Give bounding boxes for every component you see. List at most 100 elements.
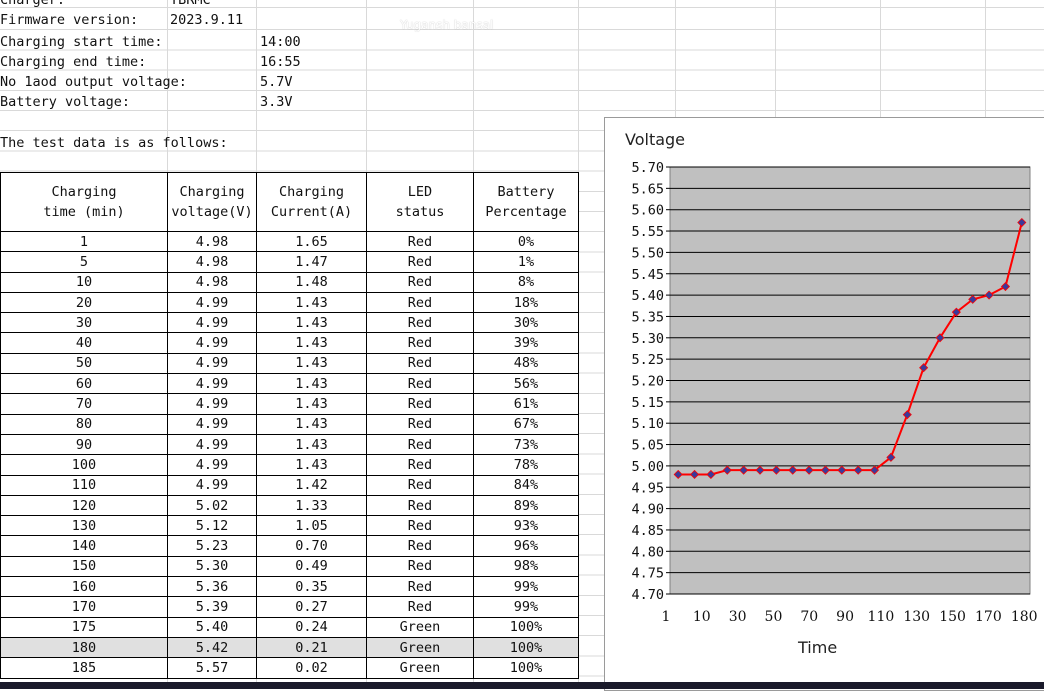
cell-percent[interactable]: 99%: [473, 596, 579, 618]
cell-voltage[interactable]: 4.99: [167, 474, 257, 496]
cell-time[interactable]: 150: [0, 555, 168, 578]
cell-voltage[interactable]: 4.99: [167, 413, 257, 435]
cell-current[interactable]: 1.43: [256, 332, 367, 354]
cell-time[interactable]: 130: [0, 515, 168, 537]
cell-percent[interactable]: 100%: [473, 636, 579, 659]
end-time-value[interactable]: 16:55: [260, 52, 301, 72]
header-charging-voltage[interactable]: Charging voltage(V): [167, 172, 257, 232]
cell-led[interactable]: Red: [366, 332, 474, 354]
cell-time[interactable]: 40: [0, 332, 168, 354]
cell-percent[interactable]: 100%: [473, 657, 579, 679]
cell-percent[interactable]: 56%: [473, 373, 579, 395]
cell-percent[interactable]: 0%: [473, 230, 579, 253]
cell-time[interactable]: 5: [0, 251, 168, 273]
cell-voltage[interactable]: 5.36: [167, 576, 257, 598]
cell-voltage[interactable]: 4.99: [167, 352, 257, 375]
cell-percent[interactable]: 84%: [473, 474, 579, 496]
cell-time[interactable]: 90: [0, 433, 168, 456]
cell-current[interactable]: 1.42: [256, 474, 367, 496]
cell-percent[interactable]: 89%: [473, 494, 579, 517]
cell-percent[interactable]: 30%: [473, 312, 579, 334]
cell-percent[interactable]: 98%: [473, 555, 579, 578]
cell-time[interactable]: 50: [0, 352, 168, 375]
cell-time[interactable]: 80: [0, 413, 168, 435]
cell-voltage[interactable]: 5.39: [167, 596, 257, 618]
cell-voltage[interactable]: 5.12: [167, 515, 257, 537]
start-time-label[interactable]: Charging start time:: [0, 32, 163, 52]
cell-led[interactable]: Red: [366, 596, 474, 618]
cell-time[interactable]: 1: [0, 230, 168, 253]
cell-voltage[interactable]: 4.99: [167, 291, 257, 314]
cell-led[interactable]: Red: [366, 373, 474, 395]
cell-current[interactable]: 1.05: [256, 515, 367, 537]
start-time-value[interactable]: 14:00: [260, 32, 301, 52]
header-led-status[interactable]: LED status: [366, 172, 474, 232]
cell-percent[interactable]: 78%: [473, 454, 579, 476]
cell-time[interactable]: 60: [0, 373, 168, 395]
cell-time[interactable]: 170: [0, 596, 168, 618]
cell-voltage[interactable]: 5.42: [167, 636, 257, 659]
cell-led[interactable]: Red: [366, 352, 474, 375]
cell-time[interactable]: 110: [0, 474, 168, 496]
cell-voltage[interactable]: 4.99: [167, 312, 257, 334]
charger-label[interactable]: Charger:: [0, 0, 65, 10]
cell-time[interactable]: 180: [0, 636, 168, 659]
cell-led[interactable]: Red: [366, 312, 474, 334]
cell-percent[interactable]: 99%: [473, 576, 579, 598]
cell-current[interactable]: 1.43: [256, 352, 367, 375]
battery-voltage-label[interactable]: Battery voltage:: [0, 92, 130, 112]
cell-voltage[interactable]: 5.57: [167, 657, 257, 679]
cell-voltage[interactable]: 4.99: [167, 373, 257, 395]
cell-led[interactable]: Red: [366, 535, 474, 557]
cell-current[interactable]: 0.21: [256, 636, 367, 659]
cell-led[interactable]: Green: [366, 657, 474, 679]
cell-current[interactable]: 1.48: [256, 271, 367, 293]
cell-led[interactable]: Red: [366, 291, 474, 314]
cell-led[interactable]: Red: [366, 555, 474, 578]
cell-voltage[interactable]: 4.99: [167, 454, 257, 476]
cell-voltage[interactable]: 5.23: [167, 535, 257, 557]
firmware-label[interactable]: Firmware version:: [0, 10, 138, 30]
header-charging-current[interactable]: Charging Current(A): [256, 172, 367, 232]
cell-voltage[interactable]: 4.99: [167, 433, 257, 456]
cell-led[interactable]: Red: [366, 413, 474, 435]
cell-current[interactable]: 0.02: [256, 657, 367, 679]
cell-time[interactable]: 100: [0, 454, 168, 476]
cell-current[interactable]: 1.43: [256, 373, 367, 395]
cell-percent[interactable]: 73%: [473, 433, 579, 456]
header-charging-time[interactable]: Charging time (min): [0, 172, 168, 232]
cell-time[interactable]: 175: [0, 616, 168, 638]
cell-led[interactable]: Red: [366, 576, 474, 598]
cell-led[interactable]: Red: [366, 494, 474, 517]
cell-current[interactable]: 1.33: [256, 494, 367, 517]
cell-current[interactable]: 1.43: [256, 393, 367, 415]
battery-voltage-value[interactable]: 3.3V: [260, 92, 293, 112]
cell-time[interactable]: 160: [0, 576, 168, 598]
header-battery-percentage[interactable]: Battery Percentage: [473, 172, 579, 232]
no-load-voltage-value[interactable]: 5.7V: [260, 72, 293, 92]
cell-current[interactable]: 0.49: [256, 555, 367, 578]
cell-current[interactable]: 1.43: [256, 433, 367, 456]
cell-current[interactable]: 0.35: [256, 576, 367, 598]
firmware-value[interactable]: 2023.9.11: [170, 10, 243, 30]
cell-current[interactable]: 1.43: [256, 413, 367, 435]
cell-led[interactable]: Red: [366, 454, 474, 476]
cell-percent[interactable]: 100%: [473, 616, 579, 638]
cell-percent[interactable]: 61%: [473, 393, 579, 415]
cell-percent[interactable]: 1%: [473, 251, 579, 273]
cell-time[interactable]: 20: [0, 291, 168, 314]
cell-current[interactable]: 1.47: [256, 251, 367, 273]
cell-current[interactable]: 1.43: [256, 454, 367, 476]
cell-time[interactable]: 10: [0, 271, 168, 293]
cell-percent[interactable]: 18%: [473, 291, 579, 314]
cell-percent[interactable]: 93%: [473, 515, 579, 537]
cell-voltage[interactable]: 4.98: [167, 230, 257, 253]
cell-voltage[interactable]: 4.99: [167, 393, 257, 415]
cell-voltage[interactable]: 5.30: [167, 555, 257, 578]
cell-percent[interactable]: 96%: [473, 535, 579, 557]
cell-current[interactable]: 0.70: [256, 535, 367, 557]
cell-percent[interactable]: 8%: [473, 271, 579, 293]
cell-led[interactable]: Green: [366, 636, 474, 659]
cell-percent[interactable]: 48%: [473, 352, 579, 375]
cell-percent[interactable]: 39%: [473, 332, 579, 354]
